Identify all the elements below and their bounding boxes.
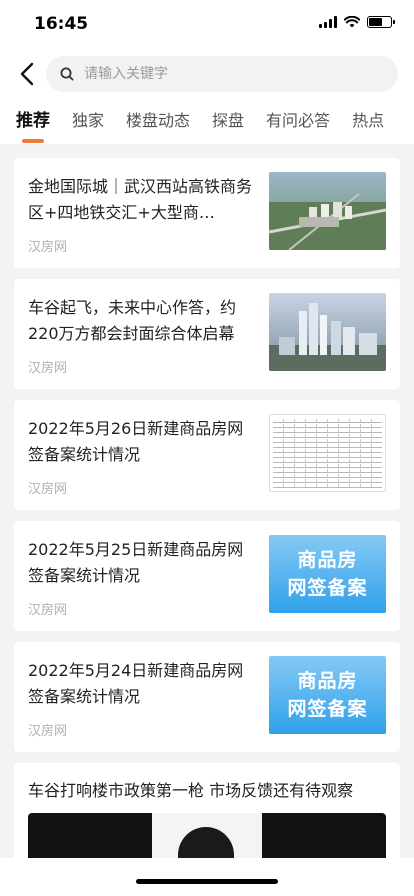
news-source: 汉房网 [28,724,68,739]
home-bar [0,858,414,896]
news-title: 金地国际城｜武汉西站高铁商务区+四地铁交汇+大型商… [28,177,253,222]
news-source: 汉房网 [28,361,68,376]
tab-hot[interactable]: 热点 [352,108,384,134]
news-card[interactable]: 金地国际城｜武汉西站高铁商务区+四地铁交汇+大型商… 汉房网 [14,158,400,268]
status-icons [319,16,395,28]
badge-line-2: 网签备案 [287,577,368,599]
news-thumbnail-badge: 商品房 网签备案 [269,535,386,613]
news-title: 车谷起飞，未来中心作答，约220万方都会封面综合体启幕 [28,298,237,343]
search-bar[interactable] [46,56,398,92]
status-bar: 16:45 [0,0,414,50]
chevron-left-icon [20,62,34,86]
news-source: 汉房网 [28,240,68,255]
tab-property-tour[interactable]: 探盘 [212,108,244,134]
news-card[interactable]: 2022年5月24日新建商品房网签备案统计情况 汉房网 商品房 网签备案 [14,642,400,752]
home-indicator[interactable] [136,879,278,884]
status-time: 16:45 [34,14,89,34]
news-thumbnail-table [269,414,386,492]
tab-exclusive[interactable]: 独家 [72,108,104,134]
header: 推荐 独家 楼盘动态 探盘 有问必答 热点 [0,50,414,144]
back-button[interactable] [12,56,42,92]
badge-line-1: 商品房 [297,670,358,692]
wifi-icon [344,16,360,28]
news-thumbnail-badge: 商品房 网签备案 [269,656,386,734]
news-feed: 金地国际城｜武汉西站高铁商务区+四地铁交汇+大型商… 汉房网 车谷起飞，未来中心… [14,158,400,883]
news-card[interactable]: 车谷起飞，未来中心作答，约220万方都会封面综合体启幕 汉房网 [14,279,400,389]
news-card[interactable]: 2022年5月25日新建商品房网签备案统计情况 汉房网 商品房 网签备案 [14,521,400,631]
news-title: 2022年5月24日新建商品房网签备案统计情况 [28,661,244,706]
tab-qa[interactable]: 有问必答 [266,108,330,134]
news-title: 车谷打响楼市政策第一枪 市场反馈还有待观察 [28,781,354,800]
news-source: 汉房网 [28,482,68,497]
news-title: 2022年5月25日新建商品房网签备案统计情况 [28,540,244,585]
news-thumbnail [269,172,386,250]
tab-recommend[interactable]: 推荐 [16,108,50,143]
badge-line-2: 网签备案 [287,698,368,720]
news-thumbnail [269,293,386,371]
news-title: 2022年5月26日新建商品房网签备案统计情况 [28,419,244,464]
search-icon [60,67,74,81]
search-input[interactable] [84,66,364,82]
tab-property-news[interactable]: 楼盘动态 [126,108,190,134]
badge-line-1: 商品房 [297,549,358,571]
battery-icon [367,16,395,28]
cellular-signal-icon [319,16,337,28]
category-tabs: 推荐 独家 楼盘动态 探盘 有问必答 热点 [0,108,414,144]
news-source: 汉房网 [28,603,68,618]
news-card[interactable]: 2022年5月26日新建商品房网签备案统计情况 汉房网 [14,400,400,510]
